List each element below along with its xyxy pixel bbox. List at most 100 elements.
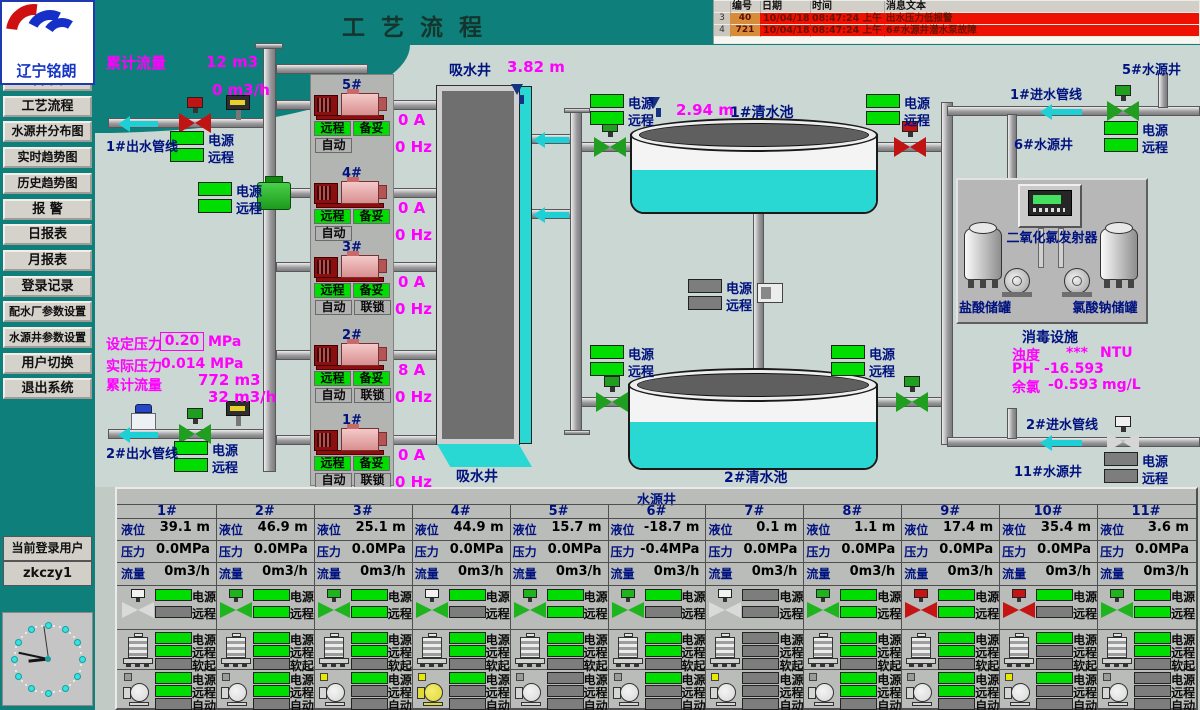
- well-subpump-foot: [429, 664, 434, 667]
- well-pump-icon[interactable]: [1109, 683, 1128, 702]
- sidebar-item-12[interactable]: 用户切换: [3, 353, 92, 374]
- well-subpump-foot: [1007, 664, 1012, 667]
- well-pump-icon[interactable]: [326, 683, 345, 702]
- well-valve-icon[interactable]: [416, 602, 432, 618]
- valve-icon[interactable]: [1123, 432, 1139, 452]
- well-subpump-icon[interactable]: [911, 637, 931, 658]
- well-subpump-icon[interactable]: [1107, 637, 1127, 658]
- flow-meter-icon[interactable]: [135, 404, 152, 413]
- sidebar-item-5[interactable]: 历史趋势图: [3, 173, 92, 194]
- indicator-on: [938, 685, 975, 697]
- well-valve-icon[interactable]: [514, 602, 530, 618]
- well-subpump-icon[interactable]: [1009, 637, 1029, 658]
- well-valve-icon[interactable]: [122, 602, 138, 618]
- valve-actuator-icon[interactable]: [187, 408, 203, 419]
- valve-icon[interactable]: [1107, 101, 1123, 121]
- valve-icon[interactable]: [610, 137, 626, 157]
- well-subpump-foot: [1105, 664, 1110, 667]
- well-subpump-icon[interactable]: [226, 637, 246, 658]
- well-subpump-icon[interactable]: [715, 637, 735, 658]
- valve-icon[interactable]: [612, 392, 628, 412]
- set-pressure-value[interactable]: 0.20: [160, 332, 204, 351]
- well-valve-icon[interactable]: [709, 602, 725, 618]
- well-subpump-icon[interactable]: [324, 637, 344, 658]
- alarm-row-id[interactable]: 40: [730, 13, 760, 24]
- valve-icon[interactable]: [894, 137, 910, 157]
- valve-icon[interactable]: [910, 137, 926, 157]
- well-subpump-icon[interactable]: [813, 637, 833, 658]
- well-subpump-icon[interactable]: [520, 637, 540, 658]
- well-pump-icon[interactable]: [522, 683, 541, 702]
- sidebar-item-6[interactable]: 报 警: [3, 199, 92, 220]
- well-subpump-icon[interactable]: [618, 637, 638, 658]
- well-valve-icon[interactable]: [1003, 602, 1019, 618]
- well-valve-icon[interactable]: [138, 602, 154, 618]
- well-subpump-icon[interactable]: [422, 637, 442, 658]
- well-valve-icon[interactable]: [530, 602, 546, 618]
- valve-actuator-icon[interactable]: [187, 97, 203, 108]
- valve-icon[interactable]: [179, 113, 195, 133]
- valve-actuator-icon[interactable]: [904, 376, 920, 387]
- valve-icon[interactable]: [1107, 432, 1123, 452]
- alarm-row-index[interactable]: 3: [714, 13, 730, 24]
- sidebar-item-9[interactable]: 登录记录: [3, 276, 92, 297]
- valve-icon[interactable]: [912, 392, 928, 412]
- valve-icon[interactable]: [896, 392, 912, 412]
- well-subpump-icon[interactable]: [128, 637, 148, 658]
- well-valve-icon[interactable]: [807, 602, 823, 618]
- sidebar-item-2[interactable]: 工艺流程: [3, 96, 92, 117]
- clock-dot-small: [25, 632, 27, 634]
- alarm-row-index[interactable]: 4: [714, 25, 730, 36]
- well-pump-icon[interactable]: [228, 683, 247, 702]
- indicator-on: [866, 94, 900, 108]
- well-pump-icon[interactable]: [130, 683, 149, 702]
- indicator-label: 自动: [290, 697, 314, 710]
- well-valve-icon[interactable]: [921, 602, 937, 618]
- valve-icon[interactable]: [1123, 101, 1139, 121]
- status-chip: 自动: [315, 300, 352, 315]
- pump-icon[interactable]: [341, 255, 379, 278]
- well-subpump-foot: [811, 664, 816, 667]
- well-valve-icon[interactable]: [318, 602, 334, 618]
- well-subpump-foot: [144, 664, 149, 667]
- valve-icon[interactable]: [596, 392, 612, 412]
- well-valve-icon[interactable]: [905, 602, 921, 618]
- well-valve-icon[interactable]: [725, 602, 741, 618]
- valve-actuator-icon[interactable]: [604, 376, 620, 387]
- pipe: [392, 262, 438, 272]
- well-pump-icon[interactable]: [620, 683, 639, 702]
- valve-actuator-icon[interactable]: [1115, 416, 1131, 427]
- well-valve-icon[interactable]: [334, 602, 350, 618]
- sidebar-item-4[interactable]: 实时趋势图: [3, 147, 92, 168]
- well-valve-icon[interactable]: [1117, 602, 1133, 618]
- indicator-on: [645, 632, 682, 644]
- sidebar-item-3[interactable]: 水源井分布图: [3, 121, 92, 142]
- well-row-label: 流量: [317, 565, 341, 582]
- sidebar-item-10[interactable]: 配水厂参数设置: [3, 301, 92, 322]
- pump-icon[interactable]: [341, 181, 379, 204]
- sidebar-item-13[interactable]: 退出系统: [3, 378, 92, 399]
- well-valve-icon[interactable]: [1019, 602, 1035, 618]
- well-valve-icon[interactable]: [628, 602, 644, 618]
- alarm-row-id[interactable]: 721: [730, 25, 760, 36]
- well-valve-icon[interactable]: [612, 602, 628, 618]
- indicator-label: 自动: [486, 697, 510, 710]
- pump-icon[interactable]: [341, 428, 379, 451]
- valve-icon[interactable]: [594, 137, 610, 157]
- well-valve-icon[interactable]: [220, 602, 236, 618]
- well-pump-icon[interactable]: [424, 683, 443, 702]
- pump-icon[interactable]: [341, 343, 379, 366]
- sidebar-item-8[interactable]: 月报表: [3, 250, 92, 271]
- indicator-on: [155, 632, 192, 644]
- valve-actuator-icon[interactable]: [1115, 85, 1131, 96]
- well-valve-icon[interactable]: [823, 602, 839, 618]
- well-valve-icon[interactable]: [432, 602, 448, 618]
- indicator-off: [742, 632, 779, 644]
- dosing-device-icon[interactable]: [257, 182, 291, 210]
- well-row-label: 液位: [513, 521, 537, 538]
- sidebar-item-11[interactable]: 水源井参数设置: [3, 327, 92, 348]
- pump-icon[interactable]: [341, 93, 379, 116]
- well-valve-icon[interactable]: [236, 602, 252, 618]
- sidebar-item-7[interactable]: 日报表: [3, 224, 92, 245]
- well-valve-icon[interactable]: [1101, 602, 1117, 618]
